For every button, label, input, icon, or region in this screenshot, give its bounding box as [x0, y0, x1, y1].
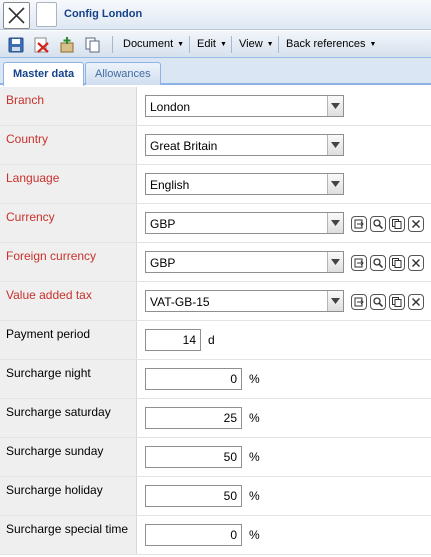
surcharge-saturday-unit: %	[249, 411, 260, 425]
menu-back-references[interactable]: Back references ▼	[286, 38, 376, 50]
close-icon[interactable]	[3, 2, 30, 29]
toolbar-separator	[278, 36, 279, 53]
country-select[interactable]: Great Britain	[145, 134, 344, 156]
surcharge-sunday-label: Surcharge sunday	[0, 438, 137, 476]
menu-edit-label: Edit	[197, 38, 216, 50]
menu-document[interactable]: Document ▼	[123, 38, 184, 50]
surcharge-saturday-input[interactable]: 25	[145, 407, 242, 429]
lookup-search-icon[interactable]	[370, 255, 386, 271]
delete-icon[interactable]	[32, 36, 50, 54]
surcharge-night-input[interactable]: 0	[145, 368, 242, 390]
toolbar-separator	[112, 36, 113, 53]
currency-label: Currency	[0, 204, 137, 242]
vat-select[interactable]: VAT-GB-15	[145, 290, 344, 312]
currency-value: GBP	[150, 217, 176, 231]
payment-period-unit: d	[208, 333, 215, 347]
chevron-down-icon[interactable]	[327, 213, 343, 233]
surcharge-special-time-input[interactable]: 0	[145, 524, 242, 546]
toolbar: Document ▼ Edit ▼ View ▼ Back references ▼	[0, 31, 431, 58]
chevron-down-icon[interactable]	[327, 135, 343, 155]
field-row-language: Language English	[0, 165, 431, 204]
open-record-icon[interactable]	[351, 255, 367, 271]
foreign-currency-label: Foreign currency	[0, 243, 137, 281]
surcharge-holiday-input[interactable]: 50	[145, 485, 242, 507]
country-value: Great Britain	[150, 139, 218, 153]
chevron-down-icon: ▼	[219, 41, 227, 48]
country-label: Country	[0, 126, 137, 164]
clear-icon[interactable]	[408, 294, 424, 310]
chevron-down-icon[interactable]	[327, 96, 343, 116]
field-row-currency: Currency GBP	[0, 204, 431, 243]
surcharge-holiday-label: Surcharge holiday	[0, 477, 137, 515]
language-value: English	[150, 178, 190, 192]
branch-value: London	[150, 100, 191, 114]
field-row-vat: Value added tax VAT-GB-15	[0, 282, 431, 321]
save-icon[interactable]	[7, 36, 25, 54]
surcharge-saturday-label: Surcharge saturday	[0, 399, 137, 437]
window-titlebar: Config London	[0, 0, 431, 30]
clear-icon[interactable]	[408, 255, 424, 271]
chevron-down-icon: ▼	[369, 41, 377, 48]
lookup-search-icon[interactable]	[370, 216, 386, 232]
open-record-icon[interactable]	[351, 294, 367, 310]
field-row-foreign-currency: Foreign currency GBP	[0, 243, 431, 282]
foreign-currency-select[interactable]: GBP	[145, 251, 344, 273]
language-label: Language	[0, 165, 137, 203]
lookup-search-icon[interactable]	[370, 294, 386, 310]
chevron-down-icon: ▼	[266, 41, 274, 48]
surcharge-night-unit: %	[249, 372, 260, 386]
surcharge-sunday-unit: %	[249, 450, 260, 464]
surcharge-holiday-unit: %	[249, 489, 260, 503]
chevron-down-icon[interactable]	[327, 174, 343, 194]
field-row-surcharge-night: Surcharge night 0 %	[0, 360, 431, 399]
copy-record-icon[interactable]	[389, 255, 405, 271]
menu-view[interactable]: View ▼	[239, 38, 274, 50]
language-select[interactable]: English	[145, 173, 344, 195]
payment-period-label: Payment period	[0, 321, 137, 359]
chevron-down-icon[interactable]	[327, 252, 343, 272]
chevron-down-icon: ▼	[177, 41, 185, 48]
field-row-surcharge-saturday: Surcharge saturday 25 %	[0, 399, 431, 438]
field-row-country: Country Great Britain	[0, 126, 431, 165]
field-row-surcharge-special-time: Surcharge special time 0 %	[0, 516, 431, 555]
surcharge-sunday-input[interactable]: 50	[145, 446, 242, 468]
menu-view-label: View	[239, 38, 263, 50]
toolbar-separator	[231, 36, 232, 53]
payment-period-input[interactable]: 14	[145, 329, 201, 351]
copy-record-icon[interactable]	[389, 216, 405, 232]
tab-allowances[interactable]: Allowances	[85, 62, 161, 85]
surcharge-special-time-unit: %	[249, 528, 260, 542]
menu-back-references-label: Back references	[286, 38, 366, 50]
surcharge-night-label: Surcharge night	[0, 360, 137, 398]
clear-icon[interactable]	[408, 216, 424, 232]
copy-record-icon[interactable]	[389, 294, 405, 310]
branch-select[interactable]: London	[145, 95, 344, 117]
field-row-surcharge-sunday: Surcharge sunday 50 %	[0, 438, 431, 477]
menu-edit[interactable]: Edit ▼	[197, 38, 227, 50]
field-row-surcharge-holiday: Surcharge holiday 50 %	[0, 477, 431, 516]
surcharge-special-time-label: Surcharge special time	[0, 516, 137, 554]
window-title: Config London	[64, 8, 143, 20]
chevron-down-icon[interactable]	[327, 291, 343, 311]
copy-icon[interactable]	[84, 36, 102, 54]
tab-strip: Master data Allowances	[0, 58, 431, 86]
vat-label: Value added tax	[0, 282, 137, 320]
branch-label: Branch	[0, 87, 137, 125]
document-icon	[36, 2, 57, 27]
field-row-branch: Branch London	[0, 87, 431, 126]
currency-select[interactable]: GBP	[145, 212, 344, 234]
open-record-icon[interactable]	[351, 216, 367, 232]
vat-value: VAT-GB-15	[150, 295, 210, 309]
toolbar-separator	[189, 36, 190, 53]
new-record-icon[interactable]	[58, 36, 76, 54]
menu-document-label: Document	[123, 38, 174, 50]
tab-master-data[interactable]: Master data	[3, 62, 85, 86]
foreign-currency-value: GBP	[150, 256, 176, 270]
field-row-payment-period: Payment period 14 d	[0, 321, 431, 360]
